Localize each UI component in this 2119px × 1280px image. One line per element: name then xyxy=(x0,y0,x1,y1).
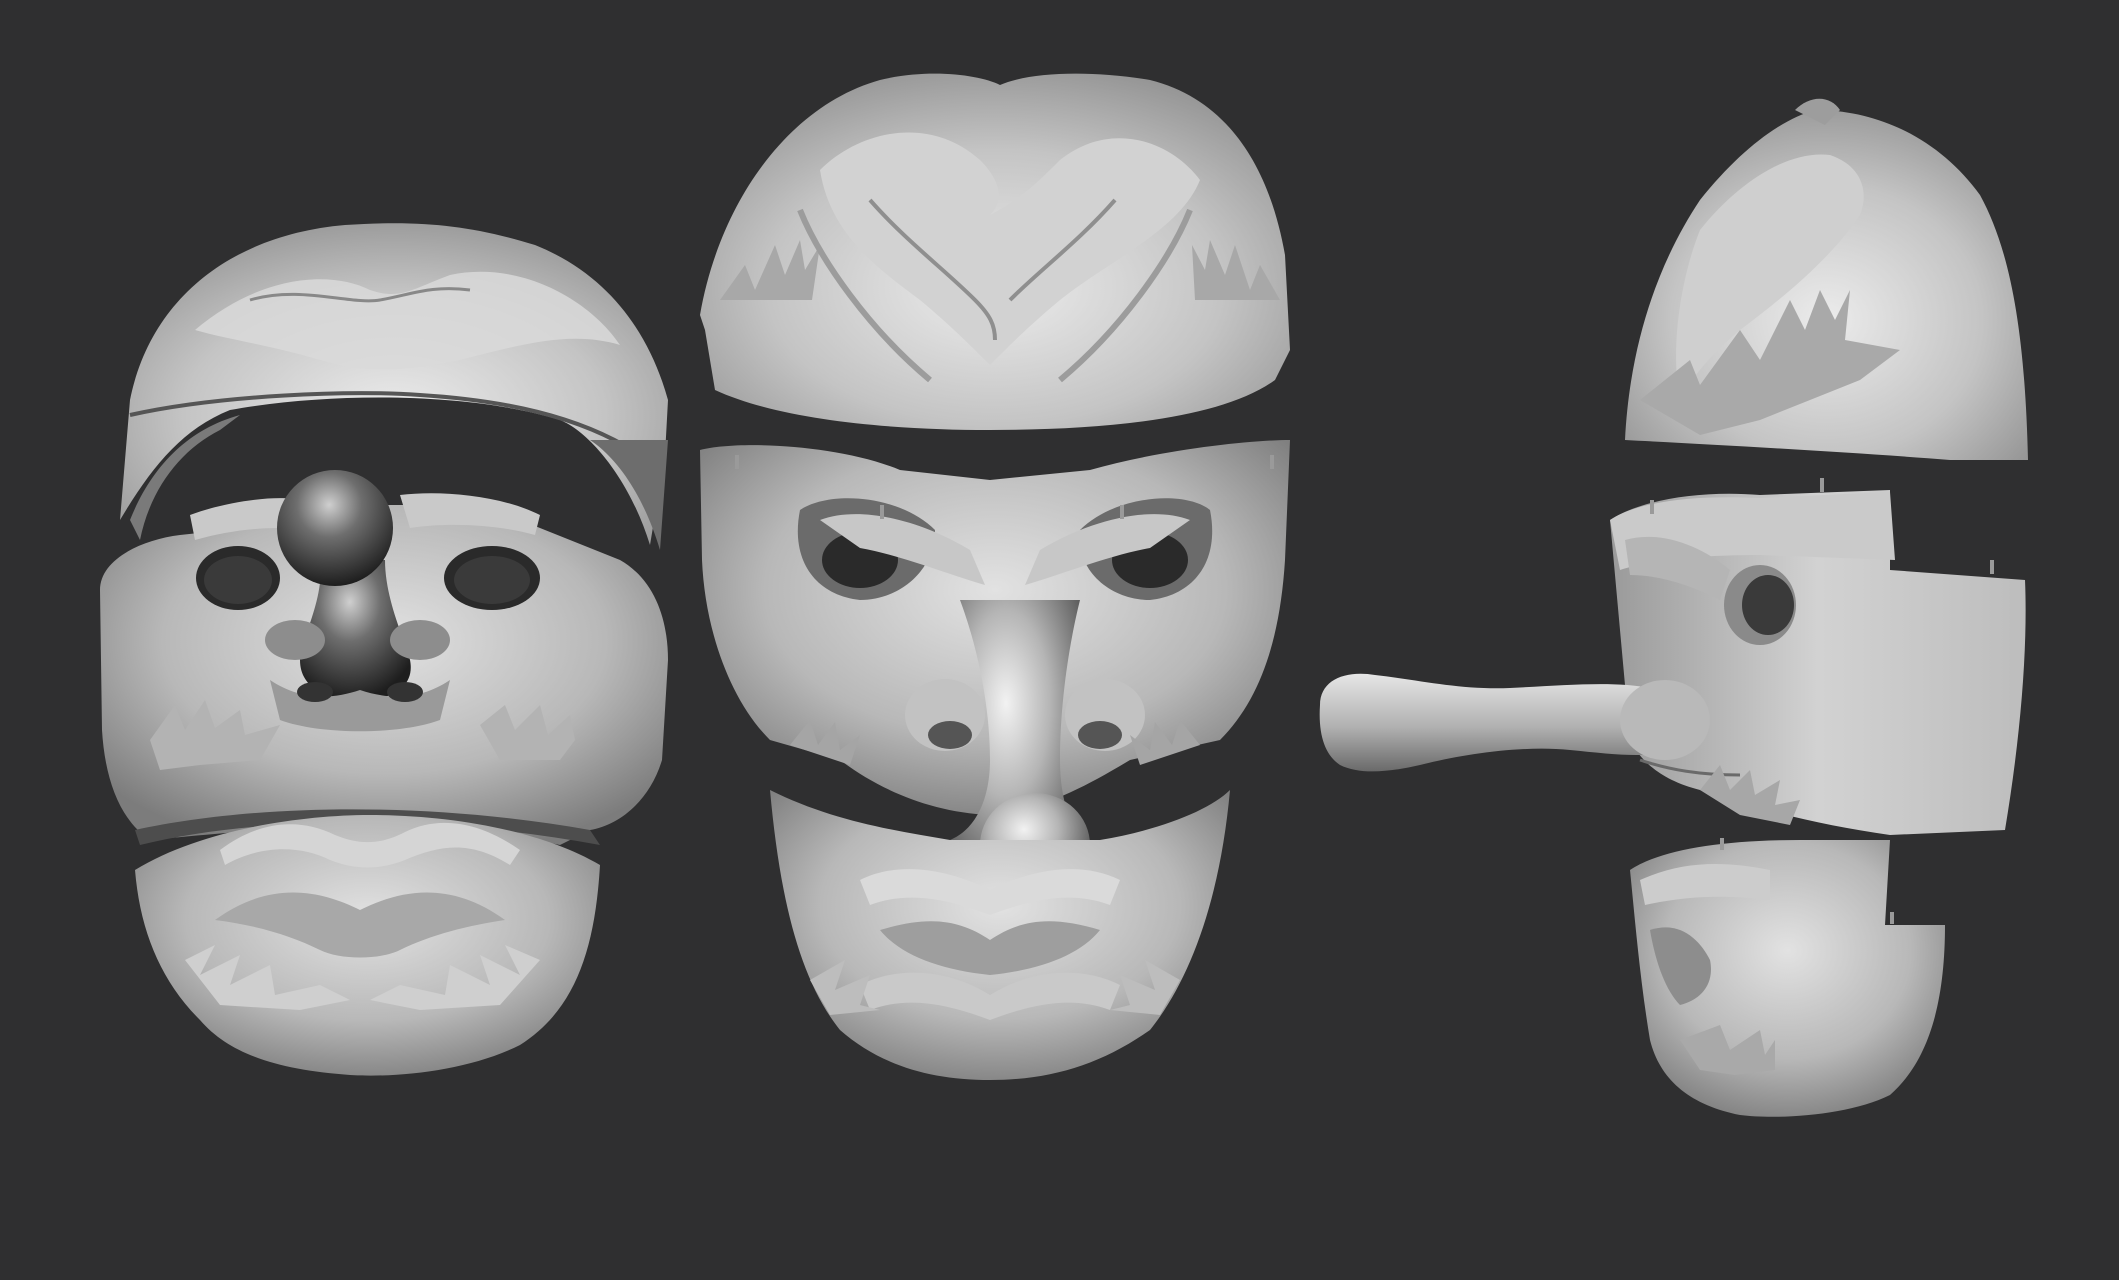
side-chin-part xyxy=(1630,838,1945,1117)
front-forehead-part xyxy=(120,223,668,550)
side-nose-eyes-part xyxy=(1319,478,2026,835)
mask-render-scene xyxy=(100,73,2028,1117)
side-view xyxy=(1319,98,2028,1117)
front-chin-part xyxy=(135,815,600,1076)
three-quarter-view xyxy=(700,73,1290,1080)
front-view xyxy=(100,223,668,1076)
side-forehead-part xyxy=(1625,98,2028,460)
render-viewport xyxy=(0,0,2119,1280)
center-forehead-part xyxy=(700,73,1290,430)
front-nose-eyes-part xyxy=(100,470,668,845)
